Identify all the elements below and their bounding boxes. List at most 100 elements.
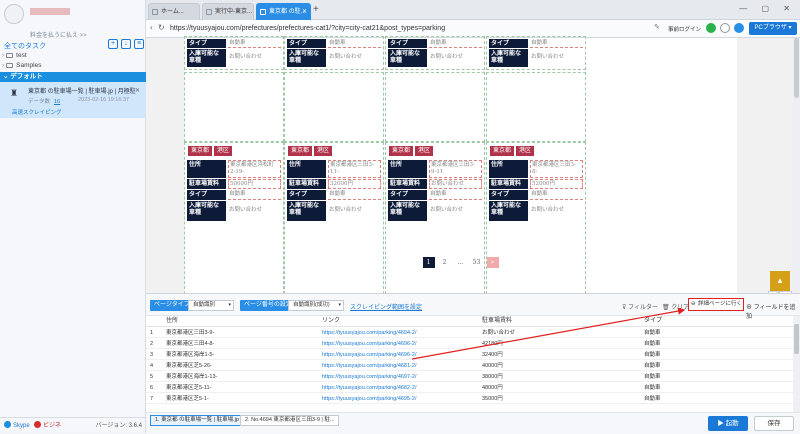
fee-value: 52000円 — [530, 179, 583, 189]
tab-active-page[interactable]: 東京都 の駐... ✕ — [256, 3, 311, 20]
link-cell: https://tyuusyajou.com/parking/4696-2/ — [322, 352, 417, 358]
fee-row: 駐車場賃料 52000円 — [489, 179, 583, 189]
type-value: 自動車 — [530, 39, 583, 48]
list-icon[interactable]: ≡ — [134, 39, 144, 49]
prefecture-tag[interactable]: 東京都 — [389, 146, 414, 156]
pre-login-button[interactable]: 事前ログイン — [668, 25, 701, 33]
table-row[interactable]: 5 東京都港区海岸1-13- https://tyuusyajou.com/park… — [146, 372, 793, 382]
prefecture-tag[interactable]: 東京都 — [490, 146, 515, 156]
column-header[interactable]: 住所 — [166, 316, 178, 326]
type-value: 自動車 — [429, 190, 482, 200]
ward-tag[interactable]: 港区 — [314, 146, 333, 156]
url-input[interactable]: https://tyuusyajou.com/prefectures/prefe… — [170, 23, 670, 35]
status-icon[interactable] — [706, 23, 716, 33]
prefecture-tag[interactable]: 東京都 — [288, 146, 313, 156]
tasks-actions: + ↓ ≡ — [105, 39, 144, 49]
tree-item-samples[interactable]: › Samples — [2, 61, 144, 71]
entry-value: お問い合わせ — [329, 54, 363, 60]
start-button[interactable]: ▶ 起動 — [708, 416, 748, 431]
table-row[interactable]: 2 東京都港区三田4-8- https://tyuusyajou.com/parki… — [146, 339, 793, 349]
edit-icon[interactable]: ✎ — [654, 23, 660, 31]
type-row: タイプ 自動車 — [489, 39, 583, 48]
entry-label: 入庫可能な車種 — [388, 201, 427, 221]
tab-running[interactable]: 実行中-東京... — [202, 3, 254, 20]
add-tab-icon[interactable]: + — [313, 4, 319, 15]
import-icon[interactable]: ↓ — [121, 39, 131, 49]
type-value: 自動車 — [429, 39, 482, 48]
table-row[interactable]: 4 東京都港区芝5-26- https://tyuusyajou.com/parki… — [146, 361, 793, 371]
column-header[interactable]: タイプ — [644, 316, 662, 326]
table-row[interactable]: 6 東京都港区芝5-11- https://tyuusyajou.com/parki… — [146, 383, 793, 393]
close-tab-icon[interactable]: ✕ — [302, 4, 307, 20]
scroll-thumb[interactable] — [794, 38, 799, 98]
fee-cell: お問い合わせ — [482, 330, 516, 336]
page-type-select[interactable]: 自動識別 ▾ — [188, 300, 234, 311]
location-tags: 東京都 港区 — [490, 146, 536, 156]
tree-item-default[interactable]: ⌄ デフォルト — [0, 72, 146, 82]
data-count-link[interactable]: 16 — [54, 99, 60, 105]
column-header[interactable]: 駐車場賃料 — [482, 316, 512, 326]
type-row: タイプ 自動車 — [388, 39, 482, 48]
user-name-redacted — [30, 8, 70, 15]
skype-link[interactable]: Skype — [4, 418, 30, 434]
prefecture-tag[interactable]: 東京都 — [188, 146, 213, 156]
close-icon[interactable]: ✕ — [135, 87, 140, 94]
go-detail-page-button[interactable]: ⊖ 詳細ページに行く — [688, 298, 744, 311]
address-cell: 東京都港区三田3-9- — [166, 330, 215, 336]
table-row[interactable]: 7 東京都港区芝5-1- https://tyuusyajou.com/parkin… — [146, 394, 793, 404]
page-icon — [152, 9, 158, 15]
filter-button[interactable]: ⊽ フィルター — [622, 302, 658, 311]
new-task-icon[interactable]: + — [108, 39, 118, 49]
settings-icon[interactable] — [720, 23, 730, 33]
grid-cell — [486, 72, 586, 142]
column-header[interactable]: リンク — [322, 316, 340, 326]
tab-home[interactable]: ホーム... — [148, 3, 200, 20]
fee-label: 駐車場賃料 — [489, 179, 528, 189]
address-value: 東京都港区三田3-11- — [328, 160, 381, 178]
pc-browser-button[interactable]: PCブラウザ ▾ — [749, 22, 797, 35]
upgrade-link[interactable]: 料金を払うに払え >> — [30, 30, 87, 39]
user-icon[interactable] — [734, 23, 744, 33]
address-value: 東京都港区浜松町2-19- — [228, 160, 281, 178]
window-controls[interactable]: — ▢ ✕ — [739, 4, 796, 13]
scroll-top-icon[interactable]: ▲ — [770, 271, 790, 291]
scroll-thumb[interactable] — [794, 324, 799, 354]
address-row: 住所 東京都港区浜松町2-19- — [187, 160, 281, 178]
address-cell: 東京都港区芝5-1- — [166, 396, 209, 402]
page-scrollbar[interactable] — [793, 38, 800, 293]
add-field-button[interactable]: ⊕ フィールドを追加 — [746, 302, 800, 320]
task-item[interactable]: ♜ 東京都 の駐車場一覧 | 駐車場.jp | 月極駐車場 データ数 16 202… — [0, 82, 146, 118]
tree-item-test[interactable]: › test — [2, 51, 144, 61]
table-row[interactable]: 3 東京都港区海岸1-5- https://tyuusyajou.com/parki… — [146, 350, 793, 360]
link-cell: https://tyuusyajou.com/parking/4697-2/ — [322, 374, 417, 380]
location-tags: 東京都 港区 — [188, 146, 234, 156]
back-icon[interactable]: ‹ — [150, 23, 153, 32]
flow-tab-list[interactable]: 1. 東京都 の駐車場一覧 | 駐車場.jp — [150, 415, 244, 426]
reload-icon[interactable]: ↻ — [158, 23, 165, 32]
address-row: 住所 東京都港区三田3-9-11 — [388, 160, 482, 178]
table-scrollbar[interactable] — [793, 316, 800, 412]
ward-tag[interactable]: 港区 — [516, 146, 535, 156]
grid-cell — [284, 72, 384, 142]
flow-tab-detail[interactable]: 2. No.4694 東京都港区三田3-9 | 駐... — [240, 415, 340, 426]
business-link[interactable]: ビジネ — [34, 418, 61, 434]
all-tasks-title[interactable]: 全てのタスク — [4, 41, 46, 51]
task-date: 2023-02-16 19:16:37 — [78, 97, 130, 103]
save-button[interactable]: 保存 — [754, 416, 794, 431]
type-label: タイプ — [287, 190, 326, 200]
page-number-select[interactable]: 自動識別(成功) ▾ — [288, 300, 344, 311]
address-label: 住所 — [489, 160, 528, 178]
row-number: 4 — [150, 363, 154, 369]
table-row[interactable]: 1 東京都港区三田3-9- https://tyuusyajou.com/parki… — [146, 328, 793, 338]
clear-button[interactable]: 🗑 クリア — [662, 302, 689, 311]
fee-row: 駐車場賃料 お問い合わせ — [388, 179, 482, 189]
entry-value: お問い合わせ — [430, 207, 464, 213]
ward-tag[interactable]: 港区 — [214, 146, 233, 156]
address-cell: 東京都港区海岸1-13- — [166, 374, 218, 380]
link-cell: https://tyuusyajou.com/parking/4681-2/ — [322, 363, 417, 369]
link-cell: https://tyuusyajou.com/parking/4682-2/ — [322, 385, 417, 391]
type-label: タイプ — [187, 190, 226, 200]
panel-toolbar: ページタイプ 自動識別 ▾ ページ番号の設定 自動識別(成功) ▾ スクレイピング範… — [146, 294, 800, 320]
ward-tag[interactable]: 港区 — [415, 146, 434, 156]
scrape-range-link[interactable]: スクレイピング範囲を設定 — [350, 302, 422, 311]
